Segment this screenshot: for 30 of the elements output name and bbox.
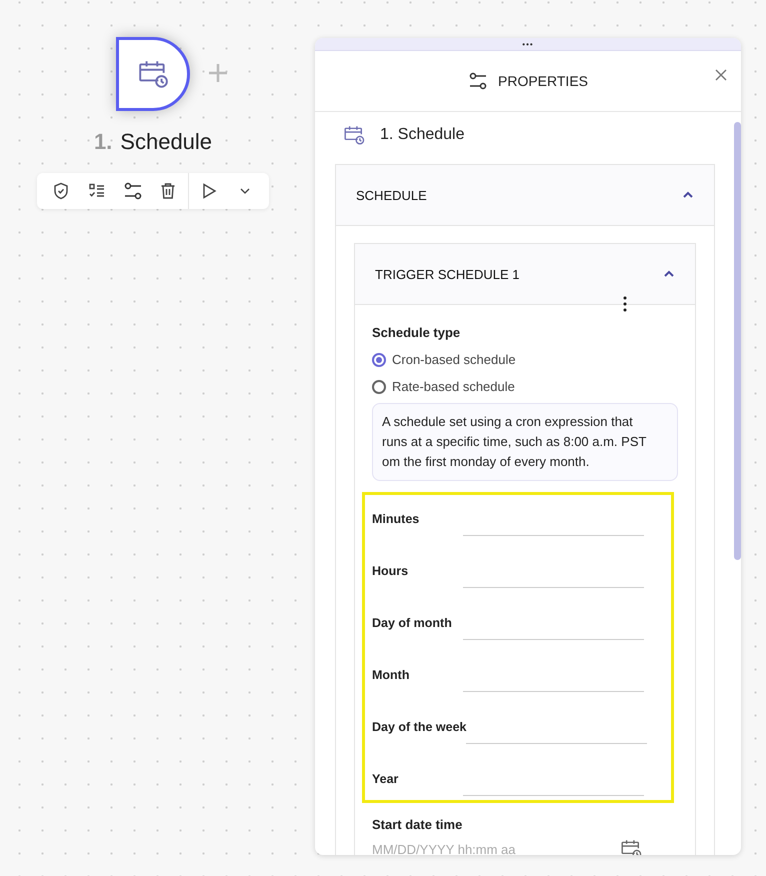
section-title: SCHEDULE [356, 188, 427, 202]
scrollbar-thumb[interactable] [734, 122, 741, 560]
calendar-clock-icon [343, 124, 365, 146]
field-label: Day of month [372, 616, 453, 632]
step-title: 1. Schedule [380, 126, 465, 144]
field-label: Month [372, 668, 410, 684]
drag-handle[interactable]: ••• [315, 38, 741, 51]
schedule-node[interactable] [116, 37, 190, 111]
field-label: Year [372, 772, 400, 788]
radio-label: Rate-based schedule [392, 379, 515, 394]
node-number: 1. [94, 129, 112, 155]
description-box: A schedule set using a cron expression that runs at a specific time, such as 8:00 a.m. PST om the first monday of every month. [372, 403, 678, 481]
sliders-icon [468, 71, 488, 91]
radio-button[interactable] [372, 352, 386, 366]
sliders-icon [122, 181, 143, 201]
radio-label: Cron-based schedule [392, 352, 516, 367]
trigger-title: TRIGGER SCHEDULE 1 [375, 266, 520, 282]
kebab-icon[interactable] [623, 296, 627, 312]
field-label: Start date time [372, 817, 464, 832]
field-label: Minutes [372, 512, 420, 528]
radio-button[interactable] [372, 380, 386, 394]
schedule-type-label: Schedule type [372, 325, 462, 340]
chevron-button[interactable] [682, 191, 694, 199]
field-label: Day of the week [372, 720, 466, 736]
calendar-clock-icon [137, 58, 169, 90]
panel-title: PROPERTIES [498, 73, 588, 89]
node-title: Schedule [120, 129, 212, 155]
chevron-button[interactable] [663, 270, 675, 278]
field-label: Hours [372, 564, 410, 580]
calendar-clock-icon [620, 838, 642, 855]
